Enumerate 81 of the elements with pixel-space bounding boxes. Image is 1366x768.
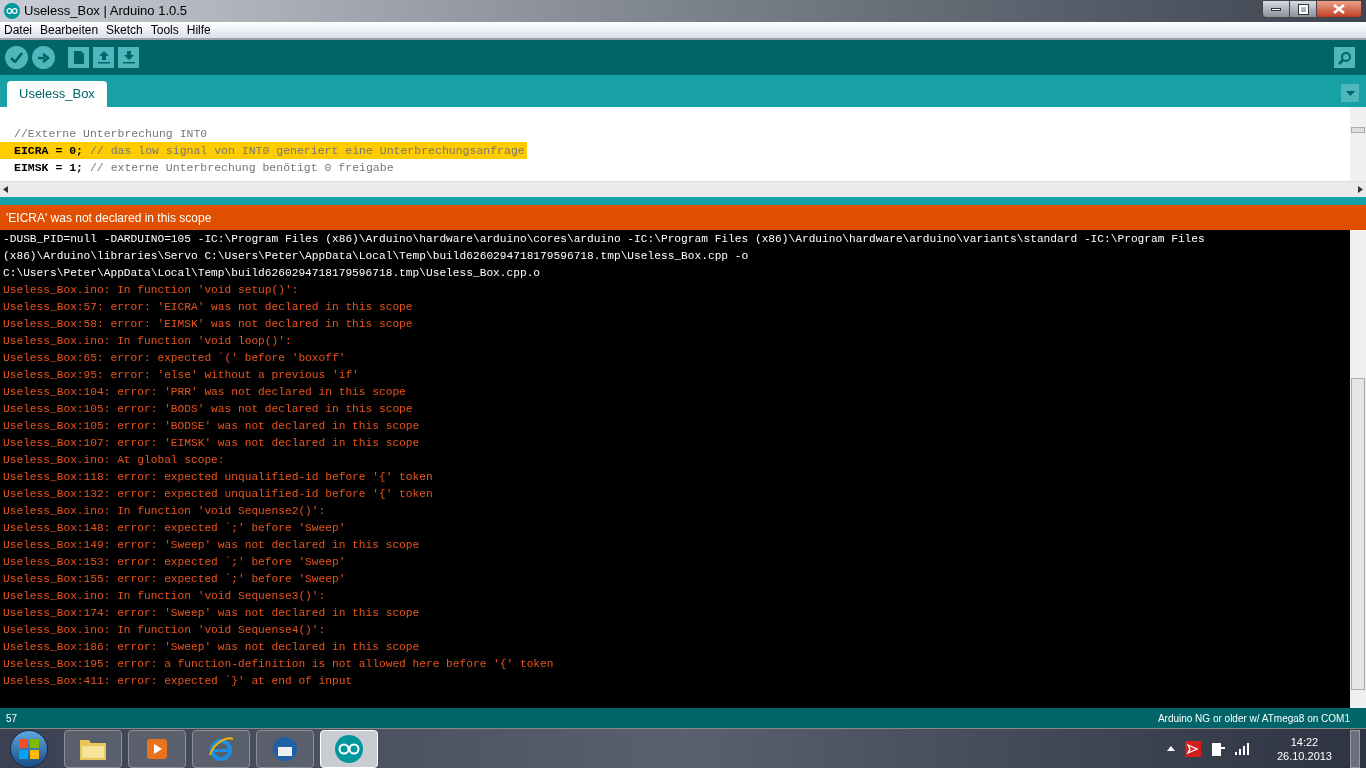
console-line: Useless_Box:149: error: 'Sweep' was not declared in this scope xyxy=(3,538,420,553)
menu-item[interactable]: Bearbeiten xyxy=(40,21,99,39)
console-line: C:\Users\Peter\AppData\Local\Temp\build6260294718179596718.tmp\Useless_Box.cpp.o xyxy=(3,266,541,281)
console-line: Useless_Box.ino: In function 'void setup()': xyxy=(3,283,299,298)
taskbar-app[interactable] xyxy=(64,729,122,768)
taskbar-app[interactable] xyxy=(256,729,314,768)
console-line: Useless_Box.ino: In function 'void loop()': xyxy=(3,334,292,349)
console-line: Useless_Box:118: error: expected unqualified-id before '{' token xyxy=(3,470,433,485)
console-line: Useless_Box:58: error: 'EIMSK' was not declared in this scope xyxy=(3,317,413,332)
console-line: Useless_Box.ino: At global scope: xyxy=(3,453,225,468)
menu-item[interactable]: Datei xyxy=(4,21,32,39)
console-line: Useless_Box:195: error: a function-definition is not allowed here before '{' token xyxy=(3,657,554,672)
caret-up-icon xyxy=(1166,746,1175,751)
console-line: Useless_Box:148: error: expected `;' before 'Sweep' xyxy=(3,521,346,536)
console-line: Useless_Box:105: error: 'BODSE' was not declared in this scope xyxy=(3,419,420,434)
browser-e-icon xyxy=(207,734,235,763)
caret-down-icon xyxy=(1345,90,1355,96)
console-line: Useless_Box:155: error: expected `;' before 'Sweep' xyxy=(3,572,346,587)
console-line: Useless_Box:57: error: 'EICRA' was not declared in this scope xyxy=(3,300,413,315)
restore-icon xyxy=(1298,4,1308,14)
console-line: -DUSB_PID=null -DARDUINO=105 -IC:\Program Files (x86)\Arduino\hardware\arduino\cores\arduino -IC:\Program Files (x86)\Arduino\hardware\arduino\variants\standard -IC:\Program Files xyxy=(3,232,1205,247)
horizontal-scrollbar[interactable] xyxy=(0,181,1366,197)
console-line: Useless_Box:105: error: 'BODS' was not declared in this scope xyxy=(3,402,413,417)
document-icon xyxy=(73,51,84,64)
code-line: EIMSK = 1; // externe Unterbrechung benötigt 0 freigabe xyxy=(13,160,395,176)
windows-logo-icon xyxy=(19,738,39,759)
menu-item[interactable]: Tools xyxy=(150,21,179,39)
clock-time[interactable]: 14:22 xyxy=(1290,734,1319,749)
board-info: Arduino NG or older w/ ATmega8 on COM1 xyxy=(1157,711,1350,726)
power-plug-icon xyxy=(1210,740,1225,757)
tab-menu-button[interactable] xyxy=(1341,84,1359,102)
menu-item[interactable]: Hilfe xyxy=(186,21,211,39)
window-title: Useless_Box | Arduino 1.0.5 xyxy=(24,2,188,21)
code-line: //Externe Unterbrechung INT0 xyxy=(13,126,209,142)
check-icon xyxy=(10,52,23,63)
scroll-right-icon xyxy=(1358,186,1363,193)
verify-button[interactable] xyxy=(5,46,28,69)
bird-envelope-icon xyxy=(271,734,299,763)
scroll-left-icon xyxy=(3,186,8,193)
start-button[interactable] xyxy=(10,729,48,768)
console-line: Useless_Box:65: error: expected `(' before 'boxoff' xyxy=(3,351,346,366)
minimize-button[interactable] xyxy=(1262,0,1290,18)
console-scrollbar[interactable] xyxy=(1350,230,1366,708)
taskbar-app[interactable] xyxy=(192,729,250,768)
console-line: Useless_Box:153: error: expected `;' before 'Sweep' xyxy=(3,555,346,570)
console-line: Useless_Box:104: error: 'PRR' was not declared in this scope xyxy=(3,385,406,400)
close-icon xyxy=(1333,4,1345,14)
infinity-logo-icon xyxy=(334,733,364,764)
line-number: 57 xyxy=(6,711,18,726)
console-line: Useless_Box:411: error: expected `}' at end of input xyxy=(3,674,353,689)
restore-button[interactable] xyxy=(1290,0,1316,18)
signal-bars-icon xyxy=(1234,742,1249,755)
console-line: (x86)\Arduino\libraries\Servo C:\Users\Peter\AppData\Local\Temp\build6260294718179596718.tmp\Useless_Box.cpp -o xyxy=(3,249,749,264)
menu-item[interactable]: Sketch xyxy=(106,21,143,39)
show-desktop-button[interactable] xyxy=(1350,729,1360,768)
vertical-scrollbar[interactable] xyxy=(1350,107,1366,181)
arrow-up-icon xyxy=(97,51,110,64)
minimize-icon xyxy=(1271,7,1281,11)
console-line: Useless_Box:107: error: 'EIMSK' was not declared in this scope xyxy=(3,436,420,451)
scroll-thumb[interactable] xyxy=(1351,378,1365,690)
console-line: Useless_Box:174: error: 'Sweep' was not declared in this scope xyxy=(3,606,420,621)
console-line: Useless_Box.ino: In function 'void Sequense4()': xyxy=(3,623,326,638)
open-button[interactable] xyxy=(93,47,114,68)
arrow-right-icon xyxy=(37,52,50,63)
taskbar-app[interactable] xyxy=(128,729,186,768)
save-button[interactable] xyxy=(118,47,139,68)
arrow-down-icon xyxy=(122,51,135,64)
console-line: Useless_Box:132: error: expected unqualified-id before '{' token xyxy=(3,487,433,502)
magnifier-icon xyxy=(1337,50,1352,65)
error-message: 'EICRA' was not declared in this scope xyxy=(6,209,212,227)
console-line: Useless_Box.ino: In function 'void Sequense2()': xyxy=(3,504,326,519)
clock-date[interactable]: 26.10.2013 xyxy=(1276,748,1332,763)
console-line: Useless_Box:186: error: 'Sweep' was not declared in this scope xyxy=(3,640,420,655)
serial-monitor-button[interactable] xyxy=(1334,47,1355,68)
new-button[interactable] xyxy=(68,47,89,68)
editor-tab[interactable]: Useless_Box xyxy=(7,81,107,107)
console-line: Useless_Box.ino: In function 'void Sequense3()': xyxy=(3,589,326,604)
console-line: Useless_Box:95: error: 'else' without a previous 'if' xyxy=(3,368,359,383)
upload-button[interactable] xyxy=(32,46,55,69)
infinity-logo-icon xyxy=(4,3,20,19)
close-button[interactable] xyxy=(1316,0,1362,18)
